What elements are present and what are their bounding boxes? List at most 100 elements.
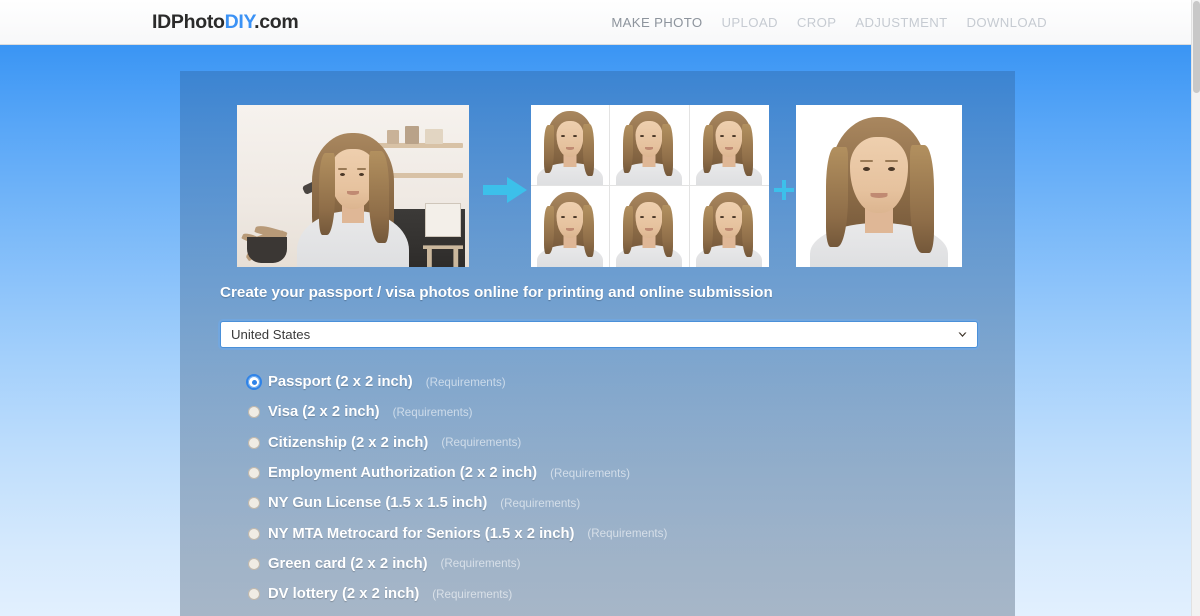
hair-right-strand	[741, 124, 753, 176]
nav-item-make-photo[interactable]: MAKE PHOTO	[611, 15, 702, 30]
document-type-option-ny-gun-license[interactable]: NY Gun License (1.5 x 1.5 inch) (Require…	[248, 488, 988, 518]
original-photo	[237, 105, 469, 267]
document-type-option-employment-authorization[interactable]: Employment Authorization (2 x 2 inch) (R…	[248, 458, 988, 488]
requirements-link[interactable]: (Requirements)	[393, 406, 473, 419]
sheet-photo-cell	[531, 105, 611, 186]
document-type-option-citizenship[interactable]: Citizenship (2 x 2 inch) (Requirements)	[248, 428, 988, 458]
nav-item-download[interactable]: DOWNLOAD	[967, 15, 1047, 30]
document-type-option-visa[interactable]: Visa (2 x 2 inch) (Requirements)	[248, 397, 988, 427]
document-type-label: DV lottery (2 x 2 inch)	[268, 586, 420, 603]
brow-right	[357, 168, 366, 170]
eye-left	[340, 173, 345, 176]
radio-icon[interactable]	[248, 467, 260, 480]
brow-left	[860, 160, 873, 162]
radio-icon[interactable]	[248, 436, 260, 449]
mouth	[566, 147, 575, 150]
eye-left	[719, 216, 724, 218]
hair-right-strand	[369, 151, 389, 243]
hair-top	[634, 197, 665, 216]
chevron-down-icon	[956, 328, 969, 341]
person-figure	[796, 105, 962, 267]
hair-right-strand	[662, 124, 674, 176]
nav-item-upload[interactable]: UPLOAD	[722, 15, 778, 30]
radio-icon[interactable]	[248, 557, 260, 570]
brow-left	[338, 168, 347, 170]
mouth	[725, 147, 734, 150]
document-type-label: Passport (2 x 2 inch)	[268, 374, 413, 391]
requirements-link[interactable]: (Requirements)	[432, 588, 512, 601]
hair-right-strand	[910, 145, 934, 253]
hair-left-strand	[319, 153, 335, 235]
eye-left	[561, 216, 565, 218]
main-navigation: MAKE PHOTO UPLOAD CROP ADJUSTMENT DOWNLO…	[611, 15, 1047, 30]
document-type-list: Passport (2 x 2 inch) (Requirements) Vis…	[248, 367, 988, 609]
requirements-link[interactable]: (Requirements)	[500, 497, 580, 510]
nav-item-adjustment[interactable]: ADJUSTMENT	[855, 15, 947, 30]
requirements-link[interactable]: (Requirements)	[587, 527, 667, 540]
sheet-photo-cell	[531, 186, 611, 267]
person-figure	[237, 105, 469, 267]
page-scrollbar[interactable]	[1191, 0, 1200, 616]
arrow-right-icon	[483, 175, 527, 205]
digital-photo	[796, 105, 962, 267]
hair-right-strand	[583, 124, 594, 176]
mouth	[347, 191, 359, 195]
hair-left-strand	[702, 125, 713, 173]
radio-icon[interactable]	[248, 376, 260, 389]
hair-left-strand	[702, 206, 713, 254]
person-figure	[610, 105, 688, 185]
nav-item-crop[interactable]: CROP	[797, 15, 837, 30]
document-type-label: Visa (2 x 2 inch)	[268, 404, 380, 421]
document-type-option-dv-lottery[interactable]: DV lottery (2 x 2 inch) (Requirements)	[248, 579, 988, 609]
hair-top	[714, 116, 745, 135]
scrollbar-thumb[interactable]	[1193, 1, 1200, 93]
plus-icon	[773, 179, 795, 201]
sheet-photo-cell	[689, 105, 769, 186]
photo-illustration-row	[237, 105, 962, 273]
hair-right-strand	[662, 205, 674, 257]
logo-part-idphoto: IDPhoto	[152, 11, 225, 33]
requirements-link[interactable]: (Requirements)	[441, 436, 521, 449]
hair-right-strand	[741, 205, 753, 257]
document-type-option-passport[interactable]: Passport (2 x 2 inch) (Requirements)	[248, 367, 988, 397]
site-logo[interactable]: IDPhotoDIY.com	[152, 11, 299, 34]
person-figure	[690, 105, 769, 185]
logo-part-diy: DIY	[224, 11, 255, 33]
hair-right-strand	[583, 205, 594, 257]
hair-top	[555, 116, 586, 135]
room-background	[237, 105, 469, 267]
mouth	[870, 193, 888, 198]
eye-right	[731, 216, 736, 218]
document-type-option-ny-mta-metrocard[interactable]: NY MTA Metrocard for Seniors (1.5 x 2 in…	[248, 518, 988, 548]
hair-left-strand	[544, 125, 554, 173]
requirements-link[interactable]: (Requirements)	[441, 557, 521, 570]
printed-photo-sheet	[531, 105, 769, 267]
eye-right	[573, 135, 577, 137]
country-select[interactable]: United States	[220, 321, 978, 348]
eye-right	[573, 216, 577, 218]
radio-icon[interactable]	[248, 497, 260, 510]
site-header: IDPhotoDIY.com MAKE PHOTO UPLOAD CROP AD…	[0, 0, 1200, 45]
eye-left	[719, 135, 724, 137]
person-figure	[531, 105, 609, 185]
radio-icon[interactable]	[248, 527, 260, 540]
requirements-link[interactable]: (Requirements)	[426, 376, 506, 389]
radio-icon[interactable]	[248, 406, 260, 419]
requirements-link[interactable]: (Requirements)	[550, 467, 630, 480]
hair-left-strand	[826, 147, 848, 247]
sheet-photo-cell	[610, 186, 690, 267]
person-figure	[690, 186, 769, 267]
eye-left	[561, 135, 565, 137]
person-figure	[531, 186, 609, 267]
document-type-label: Citizenship (2 x 2 inch)	[268, 434, 429, 451]
eye-right	[888, 167, 895, 171]
page-title: Create your passport / visa photos onlin…	[220, 284, 773, 301]
eye-left	[863, 167, 870, 171]
mouth	[645, 147, 654, 150]
eye-right	[359, 173, 364, 176]
eye-right	[731, 135, 736, 137]
document-type-option-green-card[interactable]: Green card (2 x 2 inch) (Requirements)	[248, 549, 988, 579]
hair-top	[634, 116, 665, 135]
radio-icon[interactable]	[248, 588, 260, 601]
mouth	[725, 228, 734, 231]
